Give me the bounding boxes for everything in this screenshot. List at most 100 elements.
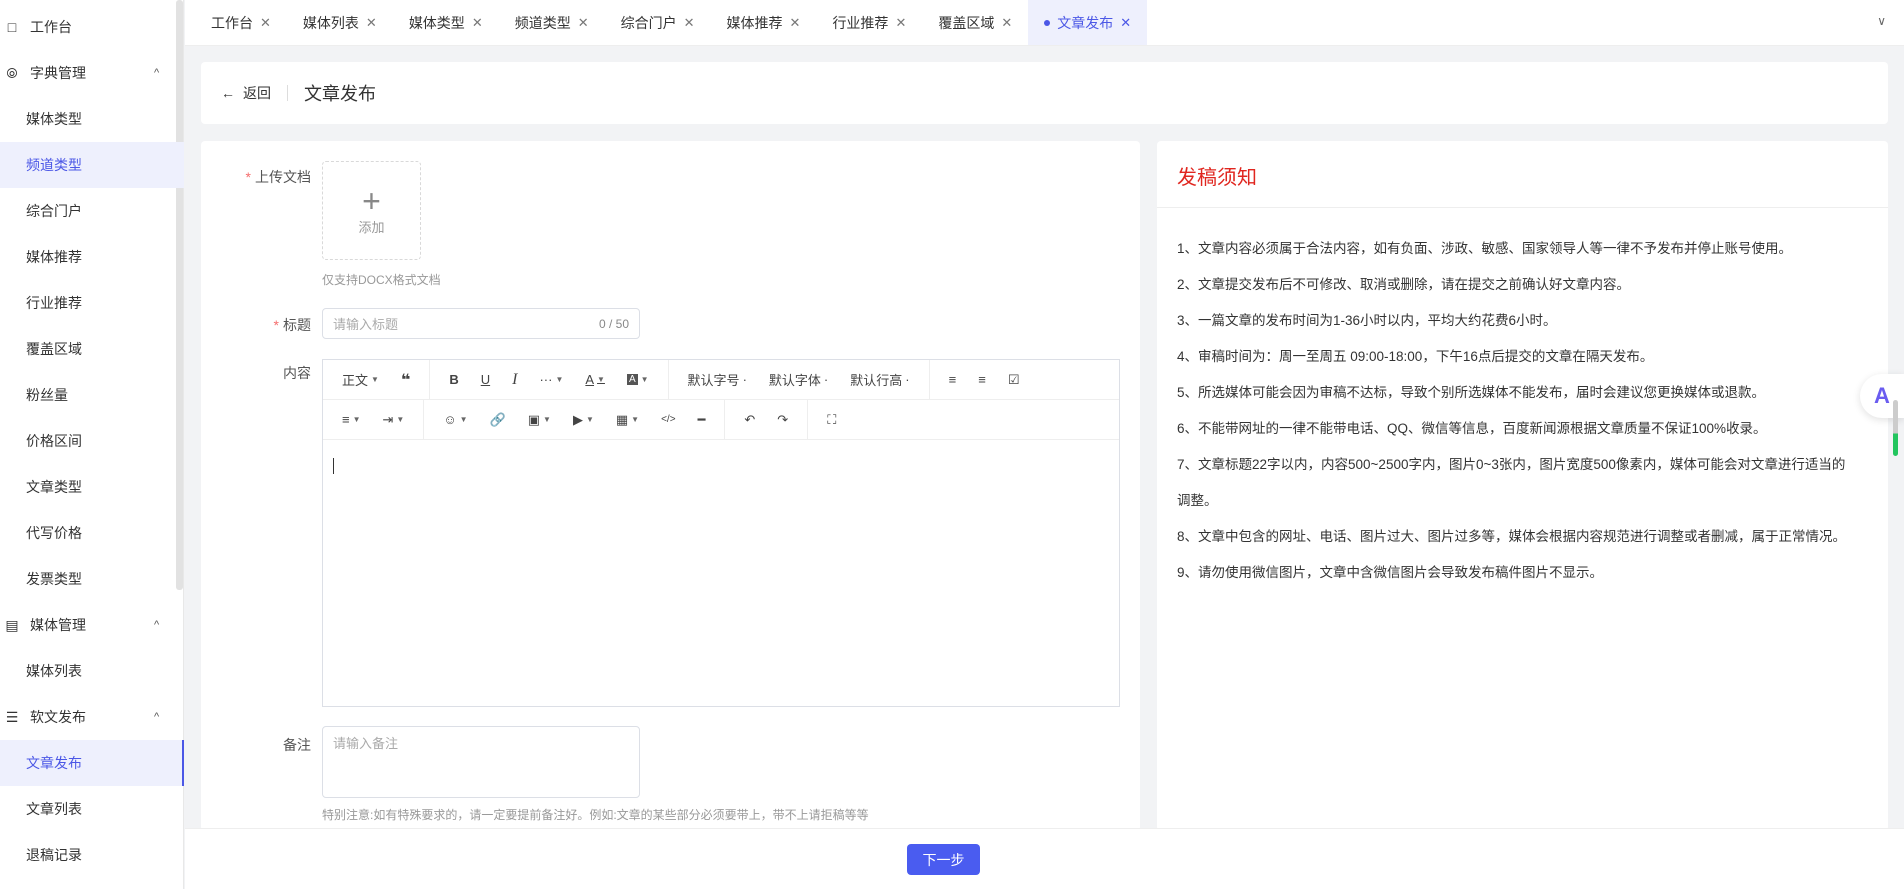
tab-label: 覆盖区域 xyxy=(938,14,995,31)
sidebar-item[interactable]: 粉丝量 xyxy=(0,372,184,418)
sidebar-item[interactable]: 覆盖区域 xyxy=(0,326,184,372)
underline-icon[interactable]: U xyxy=(470,372,501,387)
chevron-down-icon[interactable]: ∨ xyxy=(1877,14,1886,28)
code-icon[interactable]: </> xyxy=(650,414,686,425)
link-icon[interactable]: 🔗 xyxy=(479,412,517,428)
fullscreen-icon[interactable]: ⛶ xyxy=(816,412,847,428)
align-icon[interactable]: ≡ ▼ xyxy=(331,412,372,427)
tab[interactable]: 媒体列表 ✕ xyxy=(287,0,393,45)
sidebar-item[interactable]: 综合门户 xyxy=(0,188,184,234)
upload-add-label: 添加 xyxy=(358,220,385,235)
close-icon[interactable]: ✕ xyxy=(1001,15,1012,31)
quote-icon[interactable]: ❝ xyxy=(390,370,421,390)
line-height-dropdown[interactable]: 默认行高 · xyxy=(839,370,920,389)
page-header: ← 返回 文章发布 xyxy=(201,62,1888,124)
chevron-up-icon[interactable]: ^ xyxy=(154,711,159,723)
back-button[interactable]: ← 返回 xyxy=(221,83,271,103)
page-scrollbar[interactable] xyxy=(1893,400,1898,456)
notice-item: 2、文章提交发布后不可修改、取消或删除，请在提交之前确认好文章内容。 xyxy=(1177,277,1631,292)
close-icon[interactable]: ✕ xyxy=(578,15,589,31)
background-color-icon[interactable]: A ▼ xyxy=(616,374,660,385)
sidebar-item[interactable]: 行业推荐 xyxy=(0,280,184,326)
close-icon[interactable]: ✕ xyxy=(366,15,377,31)
submission-notice: 发稿须知 1、文章内容必须属于合法内容，如有负面、涉政、敏感、国家领导人等一律不… xyxy=(1157,141,1888,831)
indent-icon[interactable]: ⇥ ▼ xyxy=(372,412,416,428)
title-label: * 标题 xyxy=(273,317,311,333)
sidebar-item[interactable]: 发票类型 xyxy=(0,556,184,602)
font-color-icon[interactable]: A ▼ xyxy=(574,372,616,387)
close-icon[interactable]: ✕ xyxy=(684,15,695,31)
sidebar-item-label: 软文发布 xyxy=(30,709,86,725)
editor-content-area[interactable] xyxy=(323,441,1119,706)
page-title: 文章发布 xyxy=(304,84,376,104)
video-icon[interactable]: ▶ ▼ xyxy=(562,412,605,428)
sidebar-item[interactable]: 价格区间 xyxy=(0,418,184,464)
sidebar-item[interactable]: 代写价格 xyxy=(0,510,184,556)
sidebar-item[interactable]: 退稿记录 xyxy=(0,832,184,878)
sidebar-item-label: 覆盖区域 xyxy=(26,341,82,357)
upload-label-text: 上传文档 xyxy=(255,169,311,185)
sidebar: □ 工作台 ⦾ 字典管理 ^ 媒体类型频道类型 综合门户 媒体推荐行业推荐覆盖区域粉丝量 价格区… xyxy=(0,0,184,889)
footer-bar: 下一步 xyxy=(185,828,1904,889)
divider-line-icon[interactable]: ━ xyxy=(687,412,717,428)
numbered-list-icon[interactable]: ≡ xyxy=(967,372,997,387)
close-icon[interactable]: ✕ xyxy=(1120,15,1131,31)
sidebar-item[interactable]: ▤ 媒体管理 ^ xyxy=(0,602,184,648)
tab-label: 工作台 xyxy=(211,14,253,31)
tab-label: 文章发布 xyxy=(1057,14,1114,31)
chevron-up-icon[interactable]: ^ xyxy=(154,67,159,79)
close-icon[interactable]: ✕ xyxy=(472,15,483,31)
tab[interactable]: 媒体推荐 ✕ xyxy=(711,0,817,45)
tab-label: 综合门户 xyxy=(620,14,677,31)
tab[interactable]: 综合门户 ✕ xyxy=(605,0,711,45)
sidebar-item[interactable]: ☰ 软文发布 ^ xyxy=(0,694,184,740)
tab[interactable]: 媒体类型 ✕ xyxy=(393,0,499,45)
font-size-dropdown[interactable]: 默认字号 · xyxy=(677,370,758,389)
sidebar-item[interactable]: □ 工作台 xyxy=(0,4,184,50)
title-placeholder: 请输入标题 xyxy=(333,317,399,332)
chevron-up-icon[interactable]: ^ xyxy=(154,619,159,631)
sidebar-item[interactable]: ⦾ 字典管理 ^ xyxy=(0,50,184,96)
sidebar-item-label: 工作台 xyxy=(30,19,72,35)
tab[interactable]: 覆盖区域 ✕ xyxy=(922,0,1028,45)
close-icon[interactable]: ✕ xyxy=(260,15,271,31)
bullet-list-icon[interactable]: ≡ xyxy=(938,372,968,387)
undo-icon[interactable]: ↶ xyxy=(733,412,766,428)
upload-button[interactable]: + 添加 xyxy=(322,161,421,260)
next-step-button[interactable]: 下一步 xyxy=(907,844,980,875)
sidebar-item[interactable]: 频道类型 xyxy=(0,142,184,188)
sidebar-item[interactable]: 媒体列表 xyxy=(0,648,184,694)
sidebar-item[interactable]: 文章列表 xyxy=(0,786,184,832)
sidebar-item[interactable]: 媒体推荐 xyxy=(0,234,184,280)
sidebar-item[interactable]: 文章类型 xyxy=(0,464,184,510)
redo-icon[interactable]: ↷ xyxy=(766,412,799,428)
todo-checkbox-icon[interactable]: ☑ xyxy=(997,372,1031,388)
image-icon[interactable]: ▣ ▼ xyxy=(517,412,562,428)
notice-item: 5、所选媒体可能会因为审稿不达标，导致个别所选媒体不能发布，届时会建议您更换媒体… xyxy=(1177,385,1766,400)
sidebar-item[interactable]: 媒体类型 xyxy=(0,96,184,142)
close-icon[interactable]: ✕ xyxy=(895,15,906,31)
sidebar-item[interactable]: 文章发布 xyxy=(0,740,184,786)
rich-text-editor: 正文 ▼ ❝ B U I ··· ▼ A ▼ A ▼ 默认字号 · 默认字体 · 默认行高 ·… xyxy=(322,359,1120,707)
remark-label: 备注 xyxy=(283,737,311,753)
remark-textarea[interactable]: 请输入备注 xyxy=(322,726,640,798)
paragraph-label: 正文 xyxy=(342,373,369,388)
font-family-dropdown[interactable]: 默认字体 · xyxy=(758,370,839,389)
sidebar-item-label: 媒体类型 xyxy=(26,111,82,127)
plus-icon: + xyxy=(362,183,381,219)
tab[interactable]: 文章发布 ✕ xyxy=(1028,0,1148,45)
paragraph-dropdown[interactable]: 正文 ▼ xyxy=(331,370,390,389)
tab[interactable]: 行业推荐 ✕ xyxy=(816,0,922,45)
emoji-icon[interactable]: ☺ ▼ xyxy=(432,412,478,427)
tab[interactable]: 工作台 ✕ xyxy=(195,0,287,45)
table-icon[interactable]: ▦ ▼ xyxy=(605,412,650,428)
tab[interactable]: 频道类型 ✕ xyxy=(499,0,605,45)
divider xyxy=(1157,207,1888,208)
title-input[interactable]: 请输入标题 0 / 50 xyxy=(322,308,640,339)
tab-label: 媒体列表 xyxy=(302,14,359,31)
bold-icon[interactable]: B xyxy=(438,372,469,387)
italic-icon[interactable]: I xyxy=(501,371,528,389)
close-icon[interactable]: ✕ xyxy=(790,15,801,31)
sidebar-item-label: 行业推荐 xyxy=(26,295,82,311)
more-style-icon[interactable]: ··· ▼ xyxy=(528,372,574,387)
